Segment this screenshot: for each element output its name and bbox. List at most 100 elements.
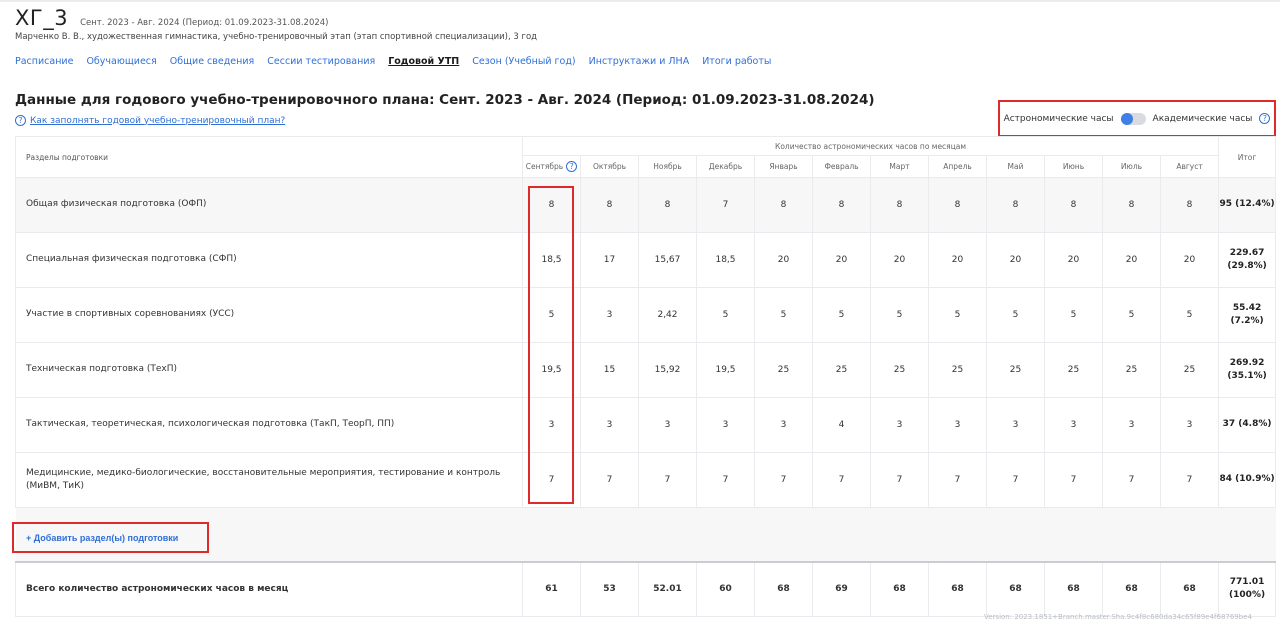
- hours-cell[interactable]: 7: [928, 452, 987, 508]
- hours-cell[interactable]: 5: [870, 287, 929, 343]
- hours-cell[interactable]: 5: [522, 287, 581, 343]
- hours-cell[interactable]: 8: [812, 177, 871, 233]
- hours-cell[interactable]: 19,5: [522, 342, 581, 398]
- question-circle-icon: ?: [15, 115, 26, 126]
- month-header-label: Ноябрь: [653, 162, 682, 171]
- hours-cell[interactable]: 8: [1102, 177, 1161, 233]
- tab-item[interactable]: Общие сведения: [170, 56, 255, 67]
- hours-cell[interactable]: 25: [1044, 342, 1103, 398]
- hours-cell[interactable]: 5: [812, 287, 871, 343]
- hours-cell[interactable]: 7: [1159, 452, 1220, 508]
- tab-item[interactable]: Инструктажи и ЛНА: [589, 56, 690, 67]
- tab-item[interactable]: Обучающиеся: [86, 56, 156, 67]
- hours-cell[interactable]: 25: [1102, 342, 1161, 398]
- hours-cell[interactable]: 15: [580, 342, 639, 398]
- hours-cell[interactable]: 15,67: [638, 232, 697, 288]
- hours-cell[interactable]: 7: [696, 452, 755, 508]
- hours-cell[interactable]: 8: [522, 177, 581, 233]
- hours-cell[interactable]: 18,5: [696, 232, 755, 288]
- hours-cell[interactable]: 7: [870, 452, 929, 508]
- hours-cell[interactable]: 3: [1102, 397, 1161, 453]
- hours-cell[interactable]: 3: [1159, 397, 1220, 453]
- hours-cell[interactable]: 7: [1044, 452, 1103, 508]
- hours-cell[interactable]: 5: [928, 287, 987, 343]
- hours-cell[interactable]: 8: [986, 177, 1045, 233]
- hours-cell[interactable]: 8: [1159, 177, 1220, 233]
- hours-cell[interactable]: 3: [580, 397, 639, 453]
- hours-cell[interactable]: 2,42: [638, 287, 697, 343]
- hours-cell[interactable]: 25: [1159, 342, 1220, 398]
- hours-cell[interactable]: 5: [696, 287, 755, 343]
- hours-cell[interactable]: 5: [1159, 287, 1220, 343]
- hours-cell[interactable]: 8: [870, 177, 929, 233]
- hours-cell[interactable]: 5: [754, 287, 813, 343]
- tab-item[interactable]: Итоги работы: [702, 56, 771, 67]
- hours-cell[interactable]: 3: [754, 397, 813, 453]
- hours-cell[interactable]: 20: [754, 232, 813, 288]
- hours-cell[interactable]: 25: [754, 342, 813, 398]
- hours-cell[interactable]: 20: [870, 232, 929, 288]
- row-total: 229.67 (29.8%): [1218, 232, 1277, 288]
- hours-cell[interactable]: 3: [986, 397, 1045, 453]
- hours-cell[interactable]: 5: [1102, 287, 1161, 343]
- toggle-knob: [1120, 112, 1133, 125]
- question-circle-icon[interactable]: ?: [566, 161, 578, 172]
- hours-cell[interactable]: 20: [1044, 232, 1103, 288]
- hours-cell[interactable]: 15,92: [638, 342, 697, 398]
- hours-cell[interactable]: 8: [638, 177, 697, 233]
- hours-cell[interactable]: 3: [928, 397, 987, 453]
- academic-hours-label[interactable]: Академические часы: [1153, 114, 1253, 124]
- hours-cell[interactable]: 8: [754, 177, 813, 233]
- hours-cell[interactable]: 4: [812, 397, 871, 453]
- hours-cell[interactable]: 20: [1159, 232, 1220, 288]
- hours-cell[interactable]: 7: [812, 452, 871, 508]
- tab-item[interactable]: Сессии тестирования: [267, 56, 375, 67]
- month-header-label: Январь: [769, 162, 798, 171]
- hours-cell[interactable]: 7: [522, 452, 581, 508]
- table-row: Медицинские, медико-биологические, восст…: [15, 452, 1277, 508]
- month-header: Апрель: [928, 155, 987, 178]
- hours-cell[interactable]: 3: [638, 397, 697, 453]
- hours-cell[interactable]: 3: [522, 397, 581, 453]
- hours-cell[interactable]: 8: [580, 177, 639, 233]
- sum-row: Всего количество астрономических часов в…: [15, 560, 1277, 617]
- hours-cell[interactable]: 7: [638, 452, 697, 508]
- hours-cell[interactable]: 7: [754, 452, 813, 508]
- month-header: Февраль: [812, 155, 871, 178]
- hours-cell[interactable]: 25: [812, 342, 871, 398]
- hours-cell[interactable]: 3: [870, 397, 929, 453]
- question-circle-icon[interactable]: ?: [1259, 113, 1271, 124]
- hours-cell[interactable]: 7: [580, 452, 639, 508]
- hours-cell[interactable]: 25: [870, 342, 929, 398]
- hours-cell[interactable]: 17: [580, 232, 639, 288]
- add-section-button[interactable]: + Добавить раздел(ы) подготовки: [12, 522, 209, 553]
- tab-item[interactable]: Годовой УТП: [388, 56, 459, 67]
- hours-cell[interactable]: 8: [1044, 177, 1103, 233]
- tab-item[interactable]: Расписание: [15, 56, 73, 67]
- hours-cell[interactable]: 20: [1102, 232, 1161, 288]
- hours-cell[interactable]: 25: [928, 342, 987, 398]
- hours-cell[interactable]: 3: [696, 397, 755, 453]
- hours-cell[interactable]: 3: [580, 287, 639, 343]
- help-link-text[interactable]: Как заполнять годовой учебно-тренировочн…: [30, 116, 285, 126]
- hours-cell[interactable]: 8: [928, 177, 987, 233]
- hours-cell[interactable]: 7: [986, 452, 1045, 508]
- astronomical-hours-label[interactable]: Астрономические часы: [1004, 114, 1114, 124]
- hours-cell[interactable]: 5: [986, 287, 1045, 343]
- hours-cell[interactable]: 19,5: [696, 342, 755, 398]
- top-divider: [0, 0, 1280, 2]
- tab-item[interactable]: Сезон (Учебный год): [472, 56, 575, 67]
- hours-cell[interactable]: 20: [986, 232, 1045, 288]
- hours-cell[interactable]: 3: [1044, 397, 1103, 453]
- hours-cell[interactable]: 7: [1102, 452, 1161, 508]
- month-header: Сентябрь?: [522, 155, 581, 178]
- hours-cell[interactable]: 5: [1044, 287, 1103, 343]
- hours-cell[interactable]: 7: [696, 177, 755, 233]
- hours-cell[interactable]: 20: [812, 232, 871, 288]
- help-link[interactable]: ? Как заполнять годовой учебно-тренирово…: [15, 115, 285, 126]
- hours-toggle-switch[interactable]: [1120, 112, 1146, 125]
- hours-cell[interactable]: 18,5: [522, 232, 581, 288]
- section-label: Техническая подготовка (ТехП): [15, 342, 523, 398]
- hours-cell[interactable]: 20: [928, 232, 987, 288]
- hours-cell[interactable]: 25: [986, 342, 1045, 398]
